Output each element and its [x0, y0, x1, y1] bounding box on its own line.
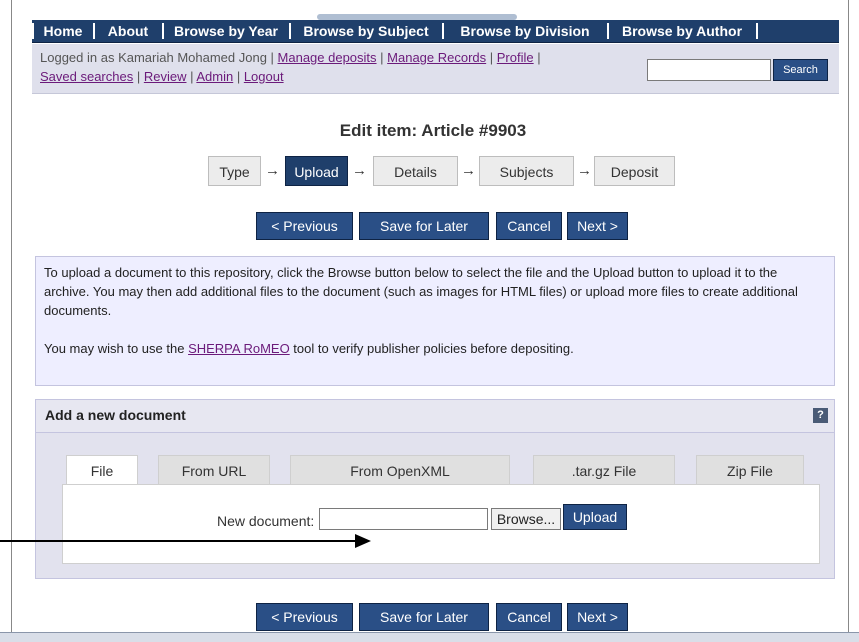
previous-button-bottom[interactable]: < Previous: [256, 603, 353, 631]
separator: |: [533, 50, 541, 65]
file-path-input[interactable]: [319, 508, 488, 530]
next-button-bottom[interactable]: Next >: [567, 603, 628, 631]
step-upload[interactable]: Upload: [285, 156, 348, 186]
file-tab-panel: New document: Browse... Upload: [62, 484, 820, 564]
top-navigation: Home About Browse by Year Browse by Subj…: [32, 20, 839, 43]
nav-browse-by-subject[interactable]: Browse by Subject: [292, 20, 440, 42]
right-window-frame: [848, 0, 859, 641]
arrow-right-icon: →: [461, 162, 476, 179]
annotation-arrow-icon: [0, 540, 357, 542]
nav-about[interactable]: About: [96, 20, 160, 42]
separator: |: [376, 50, 388, 65]
separator: |: [486, 50, 497, 65]
arrow-right-icon: →: [265, 162, 280, 179]
sherpa-romeo-link[interactable]: SHERPA RoMEO: [188, 341, 290, 356]
admin-link[interactable]: Admin: [196, 69, 233, 84]
sherpa-prefix: You may wish to use the: [44, 341, 189, 356]
review-link[interactable]: Review: [144, 69, 187, 84]
browse-button[interactable]: Browse...: [491, 508, 561, 530]
add-document-header: Add a new document ?: [36, 400, 834, 433]
nav-home[interactable]: Home: [35, 20, 91, 42]
upload-instructions: To upload a document to this repository,…: [35, 256, 835, 386]
tab-file[interactable]: File: [66, 455, 138, 486]
arrow-right-icon: →: [352, 162, 367, 179]
page: Home About Browse by Year Browse by Subj…: [27, 0, 839, 641]
tab-from-openxml[interactable]: From OpenXML: [290, 455, 510, 485]
cancel-button[interactable]: Cancel: [496, 212, 562, 240]
step-type[interactable]: Type: [208, 156, 261, 186]
sherpa-suffix: tool to verify publisher policies before…: [289, 341, 574, 356]
tab-tar-gz-file[interactable]: .tar.gz File: [533, 455, 675, 485]
tab-from-url[interactable]: From URL: [158, 455, 270, 485]
nav-browse-by-division[interactable]: Browse by Division: [445, 20, 605, 42]
step-deposit[interactable]: Deposit: [594, 156, 675, 186]
separator: |: [186, 69, 197, 84]
upload-button[interactable]: Upload: [563, 504, 627, 530]
profile-link[interactable]: Profile: [497, 50, 534, 65]
annotation-arrowhead-icon: [355, 534, 371, 548]
user-bar: Logged in as Kamariah Mohamed Jong | Man…: [32, 44, 839, 94]
search-input[interactable]: [647, 59, 771, 81]
arrow-right-icon: →: [577, 162, 592, 179]
separator: |: [133, 69, 144, 84]
sherpa-text: You may wish to use the SHERPA RoMEO too…: [44, 339, 826, 358]
page-title: Edit item: Article #9903: [339, 121, 527, 140]
add-document-title: Add a new document: [45, 407, 186, 423]
user-bar-line-1: Logged in as Kamariah Mohamed Jong | Man…: [40, 50, 541, 65]
nav-browse-by-author[interactable]: Browse by Author: [610, 20, 754, 42]
saved-searches-link[interactable]: Saved searches: [40, 69, 133, 84]
logout-link[interactable]: Logout: [244, 69, 284, 84]
cancel-button-bottom[interactable]: Cancel: [496, 603, 562, 631]
next-button[interactable]: Next >: [567, 212, 628, 240]
help-icon[interactable]: ?: [813, 408, 828, 423]
search-button[interactable]: Search: [773, 59, 828, 81]
nav-browse-by-year[interactable]: Browse by Year: [165, 20, 287, 42]
manage-records-link[interactable]: Manage Records: [387, 50, 486, 65]
save-for-later-button[interactable]: Save for Later: [359, 212, 489, 240]
manage-deposits-link[interactable]: Manage deposits: [278, 50, 377, 65]
step-details[interactable]: Details: [373, 156, 458, 186]
separator: |: [233, 69, 244, 84]
instructions-text: To upload a document to this repository,…: [44, 265, 798, 318]
new-document-label: New document:: [217, 513, 315, 529]
logged-in-text: Logged in as Kamariah Mohamed Jong |: [40, 50, 278, 65]
previous-button[interactable]: < Previous: [256, 212, 353, 240]
tab-zip-file[interactable]: Zip File: [696, 455, 804, 485]
left-window-frame: [0, 0, 12, 641]
user-bar-line-2: Saved searches | Review | Admin | Logout: [40, 69, 284, 84]
step-subjects[interactable]: Subjects: [479, 156, 574, 186]
save-for-later-button-bottom[interactable]: Save for Later: [359, 603, 489, 631]
site-logo-fragment: [277, 0, 557, 20]
add-document-panel: Add a new document ? File From URL From …: [35, 399, 835, 579]
